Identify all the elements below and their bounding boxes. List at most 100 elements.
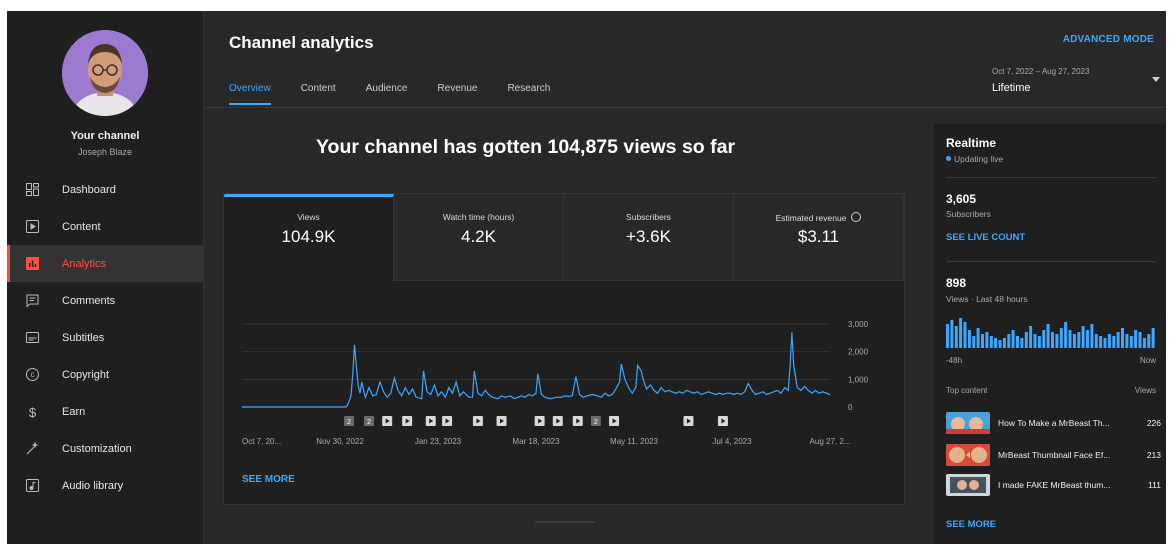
see-more-link[interactable]: SEE MORE — [946, 519, 996, 530]
hourly-views-bar — [1142, 338, 1146, 348]
x-tick-label: Aug 27, 2... — [810, 437, 851, 446]
metric-value: 104.9K — [281, 227, 336, 246]
sidebar-item-earn[interactable]: $ Earn — [7, 393, 203, 430]
axis-label-left: -48h — [946, 356, 963, 365]
video-thumbnail — [946, 444, 990, 466]
hourly-views-bar — [954, 326, 958, 348]
subtitles-icon — [25, 331, 39, 345]
hourly-views-bar — [994, 338, 998, 348]
sidebar-item-label: Earn — [62, 405, 86, 418]
x-tick-label: Jul 4, 2023 — [712, 437, 752, 446]
tab-revenue[interactable]: Revenue — [437, 83, 477, 105]
top-content-row[interactable]: I made FAKE MrBeast thum... 111 — [946, 474, 1161, 496]
hourly-views-bar — [972, 336, 976, 348]
hourly-views-bar — [1064, 322, 1068, 348]
sidebar-item-label: Subtitles — [62, 331, 105, 344]
sidebar-nav: Dashboard Content Analytics Comments Sub… — [7, 171, 203, 504]
hourly-views-bar — [1138, 332, 1142, 348]
hourly-views-bar — [1147, 334, 1151, 348]
realtime-views-count: 898 — [946, 276, 967, 290]
tab-audience[interactable]: Audience — [366, 83, 408, 105]
hourly-views-bar — [1072, 334, 1076, 348]
tab-research[interactable]: Research — [507, 83, 550, 105]
metric-subscribers[interactable]: Subscribers +3.6K — [564, 194, 734, 281]
studio-window: Your channel Joseph Blaze Dashboard Cont… — [7, 11, 1166, 544]
sidebar-item-audio-library[interactable]: Audio library — [7, 467, 203, 504]
comments-icon — [25, 294, 39, 308]
hourly-views-bar — [1059, 328, 1063, 348]
x-tick-label: Oct 7, 20... — [242, 437, 281, 446]
top-content-row[interactable]: How To Make a MrBeast Th... 226 — [946, 412, 1161, 434]
x-tick-label: May 11, 2023 — [610, 437, 658, 446]
tab-overview[interactable]: Overview — [229, 83, 271, 105]
hourly-views-bar — [1090, 324, 1094, 348]
hourly-views-bar — [967, 330, 971, 348]
hourly-views-bar — [1129, 336, 1133, 348]
video-thumbnail — [946, 412, 990, 434]
metric-tabs: Views 104.9K Watch time (hours) 4.2K Sub… — [224, 194, 904, 281]
sidebar-item-analytics[interactable]: Analytics — [7, 245, 203, 282]
marker-count-label: 2 — [594, 419, 598, 426]
hourly-views-bar — [1107, 334, 1111, 348]
realtime-hourly-bar-chart[interactable] — [946, 314, 1156, 350]
metric-value: 4.2K — [461, 227, 496, 246]
tab-content[interactable]: Content — [301, 83, 336, 105]
metric-estimated-revenue[interactable]: Estimated revenue $3.11 — [734, 194, 904, 281]
dashboard-icon — [25, 183, 39, 197]
hourly-views-bar — [963, 322, 967, 348]
hourly-views-bar — [1042, 330, 1046, 348]
metric-value: +3.6K — [626, 227, 671, 246]
hourly-views-bar — [959, 318, 963, 348]
hourly-views-bar — [1016, 336, 1019, 348]
sidebar-item-label: Comments — [62, 294, 116, 307]
video-title: MrBeast Thumbnail Face Ef... — [998, 450, 1111, 460]
sidebar-item-label: Customization — [62, 442, 132, 455]
views-column-label: Views — [1134, 386, 1156, 395]
sidebar-item-label: Audio library — [62, 479, 124, 492]
channel-avatar[interactable] — [62, 30, 148, 116]
analytics-icon — [25, 257, 39, 271]
hourly-views-bar — [1112, 336, 1116, 348]
y-tick-label: 3,000 — [848, 320, 869, 329]
metric-views[interactable]: Views 104.9K — [224, 194, 394, 281]
channel-title: Your channel — [70, 130, 140, 142]
hourly-views-bar — [1007, 334, 1011, 348]
hourly-views-bar — [1086, 330, 1089, 348]
hourly-views-bar — [1103, 338, 1107, 348]
tab-bar: Overview Content Audience Revenue Resear… — [229, 83, 580, 105]
date-range-text[interactable]: Oct 7, 2022 – Aug 27, 2023 — [992, 67, 1089, 76]
marker-count-label: 2 — [347, 419, 351, 426]
metric-watch-time[interactable]: Watch time (hours) 4.2K — [394, 194, 564, 281]
see-live-count-link[interactable]: SEE LIVE COUNT — [946, 232, 1025, 243]
sidebar-item-content[interactable]: Content — [7, 208, 203, 245]
video-title: I made FAKE MrBeast thum... — [998, 480, 1111, 490]
hourly-views-bar — [1002, 338, 1006, 348]
sidebar-item-label: Content — [62, 220, 101, 233]
realtime-subscriber-count: 3,605 — [946, 192, 977, 206]
metric-label-text: Estimated revenue — [775, 213, 847, 223]
caret-down-icon[interactable] — [1152, 77, 1160, 82]
divider — [946, 261, 1156, 262]
hourly-views-bar — [1116, 332, 1120, 348]
date-period-value[interactable]: Lifetime — [992, 82, 1031, 94]
hourly-views-bar — [946, 324, 949, 348]
sidebar-item-dashboard[interactable]: Dashboard — [7, 171, 203, 208]
top-content-row[interactable]: MrBeast Thumbnail Face Ef... 213 — [946, 444, 1161, 466]
sidebar-item-copyright[interactable]: c Copyright — [7, 356, 203, 393]
horizontal-scrollbar[interactable] — [535, 521, 595, 523]
clock-icon[interactable] — [851, 212, 862, 222]
see-more-link[interactable]: SEE MORE — [242, 474, 295, 485]
metric-value: $3.11 — [797, 227, 840, 246]
hourly-views-bar — [989, 336, 993, 348]
advanced-mode-link[interactable]: ADVANCED MODE — [1063, 34, 1154, 45]
overview-card: Views 104.9K Watch time (hours) 4.2K Sub… — [223, 193, 905, 505]
sidebar-item-subtitles[interactable]: Subtitles — [7, 319, 203, 356]
views-line-chart[interactable]: 3,000 2,000 1,000 0 2 2 2 Oct 7, 20... Nov 30, 2… — [224, 304, 904, 469]
realtime-views-label: Views · Last 48 hours — [946, 294, 1028, 304]
sidebar-item-customization[interactable]: Customization — [7, 430, 203, 467]
hourly-views-bar — [1024, 332, 1028, 348]
sidebar-item-comments[interactable]: Comments — [7, 282, 203, 319]
sidebar: Your channel Joseph Blaze Dashboard Cont… — [7, 11, 204, 544]
hourly-views-bar — [1068, 330, 1072, 348]
hourly-views-bar — [1046, 324, 1050, 348]
